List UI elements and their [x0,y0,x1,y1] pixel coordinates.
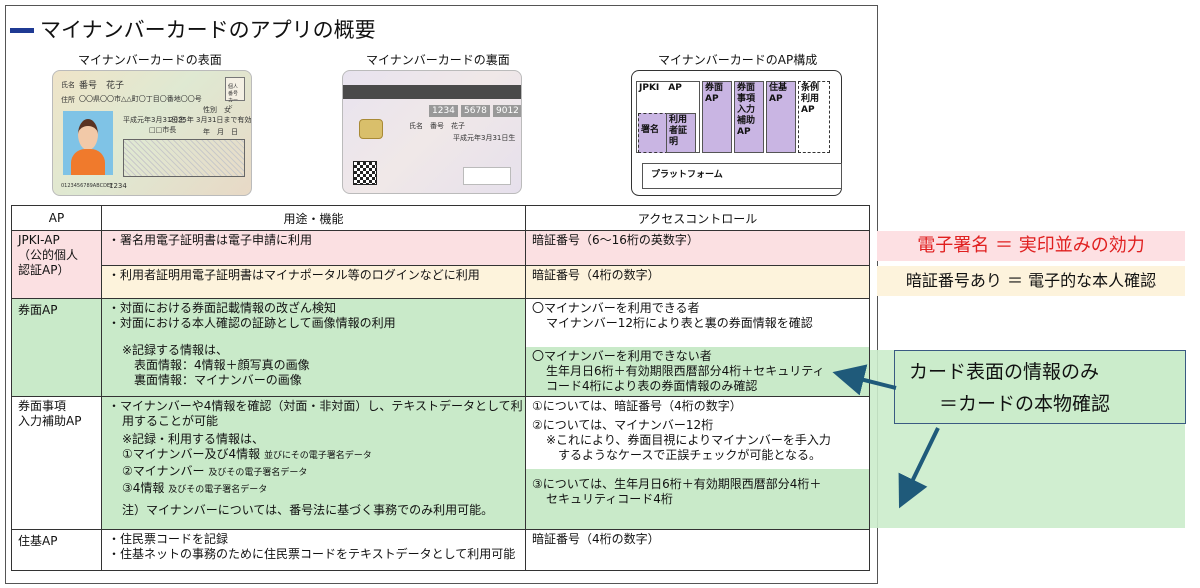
back-name: 氏名 番号 花子 [409,122,465,130]
kenmen-input-ap-label: 券面事項入力補助AP [737,83,756,137]
cell-jpki-access2: 暗証番号（4桁の数字） [525,265,870,299]
table-row-jpki-user: ・利用者証明用電子証明書はマイナポータル等のログインなどに利用 暗証番号（4桁の… [12,265,870,299]
callout-arrows [832,364,940,509]
seal-text: 個人番号カード [228,84,239,111]
header-access: アクセスコントロール [525,205,870,231]
back-number-part-1: 1234 [429,105,458,117]
arrow-left-icon [832,364,897,396]
table-row-jpki-sign: JPKI-AP （公的個人 認証AP） ・署名用電子証明書は電子申請に利用 暗証… [11,230,870,299]
cell-jyuki-access: 暗証番号（4桁の数字） [525,529,870,571]
jyuki-ap-block: 住基AP [766,81,796,153]
cell-jpki-use2: ・利用者証明用電子証明書はマイナポータル等のログインなどに利用 [101,265,526,299]
front-sex: 性別 女 [203,106,231,114]
table-row-kenmen: 券面AP ・対面における券面記載情報の改ざん検知 ・対面における本人確認の証跡と… [11,298,870,397]
cell-kenmen-use: ・対面における券面記載情報の改ざん検知 ・対面における本人確認の証跡として画像情… [101,298,526,397]
back-number-part-3: 9012 [493,105,521,117]
front-name: 番号 花子 [79,81,125,91]
kenmen-input-ap-block: 券面事項入力補助AP [734,81,764,153]
cell-jyuki-use: ・住民票コードを記録 ・住基ネットの事務のために住民票コードをテキストデータとし… [101,529,526,571]
jpki-ap-label: JPKI AP [639,83,682,93]
front-expiry-box: 年 月 日 [203,128,238,136]
table-row-jyuki: 住基AP ・住民票コードを記録 ・住基ネットの事務のために住民票コードをテキスト… [11,529,870,571]
ic-chip [359,119,383,139]
cell-kenmen-input-name: 券面事項 入力補助AP [11,396,102,530]
front-serial2: 1234 [109,182,127,190]
jorei-ap-label: 条例利用AP [801,83,820,115]
user-cert-block: 利用者証明 [666,113,696,153]
caption-ap-structure: マイナンバーカードのAP構成 [658,53,818,67]
ap-structure-diagram: JPKI AP 署名 利用者証明 券面AP 券面事項入力補助AP 住基AP 条例… [631,70,842,196]
jorei-ap-block: 条例利用AP [798,81,830,153]
caption-back: マイナンバーカードの裏面 [366,53,510,67]
front-city: □□市長 [149,126,177,134]
header-use: 用途・機能 [101,205,526,231]
cell-jpki-name: JPKI-AP （公的個人 認証AP） [11,230,102,299]
front-address: 〇〇県〇〇市△△町〇丁目〇番地〇〇号 [79,95,202,103]
ap-table: AP 用途・機能 アクセスコントロール JPKI-AP （公的個人 認証AP） … [11,205,870,571]
cell-kenmen-input-access: ①については、暗証番号（4桁の数字） ②については、マイナンバー12桁 ※これに… [525,396,870,530]
table-header-row: AP 用途・機能 アクセスコントロール [11,205,870,231]
user-cert-label: 利用者証明 [669,115,688,147]
front-name-label: 氏名 [61,81,75,89]
front-expiry: 2025年 3月31日まで有効 [169,116,252,124]
signature-label: 署名 [641,125,660,135]
back-birth: 平成元年3月31日生 [453,134,516,142]
front-serial: 0123456789ABCDEF [61,183,113,189]
back-code-area [463,167,511,185]
back-magnetic-stripe [343,85,521,99]
pin-identity-note: 暗証番号あり ＝ 電子的な本人確認 [877,266,1185,296]
kenmen-ap-block: 券面AP [702,81,732,153]
cell-jpki-use1: ・署名用電子証明書は電子申請に利用 [101,230,526,266]
cell-kenmen-access: 〇マイナンバーを利用できる者 マイナンバー12桁により表と裏の券面情報を確認 〇… [525,298,870,397]
cell-kenmen-name: 券面AP [11,298,102,397]
platform-block: プラットフォーム [642,163,842,189]
caption-front: マイナンバーカードの表面 [78,53,222,67]
cell-jyuki-name: 住基AP [11,529,102,571]
title-accent-bar [10,28,34,33]
signature-effect-note: 電子署名 ＝ 実印並みの効力 [877,231,1185,261]
header-ap: AP [11,205,102,231]
card-front-image: 氏名 番号 花子 住所 〇〇県〇〇市△△町〇丁目〇番地〇〇号 性別 女 平成元年… [52,70,252,196]
signature-block: 署名 [638,113,668,153]
face-photo [63,111,113,175]
cell-kenmen-input-use: ・マイナンバーや4情報を確認（対面・非対面）し、テキストデータとして利 用するこ… [101,396,526,530]
card-seal: 個人番号カード [225,77,245,111]
jyuki-ap-label: 住基AP [769,83,788,104]
table-row-kenmen-input: 券面事項 入力補助AP ・マイナンバーや4情報を確認（対面・非対面）し、テキスト… [11,396,870,530]
cell-jpki-access1: 暗証番号（6～16桁の英数字） [525,230,870,266]
qr-code-icon [353,161,377,185]
arrow-down-icon [898,427,940,509]
front-info-area [123,139,245,177]
card-back-image: 1234 5678 9012 氏名 番号 花子 平成元年3月31日生 [342,70,522,194]
back-number-part-2: 5678 [461,105,490,117]
front-address-label: 住所 [61,96,75,104]
page-title: マイナンバーカードのアプリの概要 [40,18,376,42]
kenmen-ap-label: 券面AP [705,83,724,104]
callout-line-2: ＝カードの本物確認 [939,393,1111,415]
